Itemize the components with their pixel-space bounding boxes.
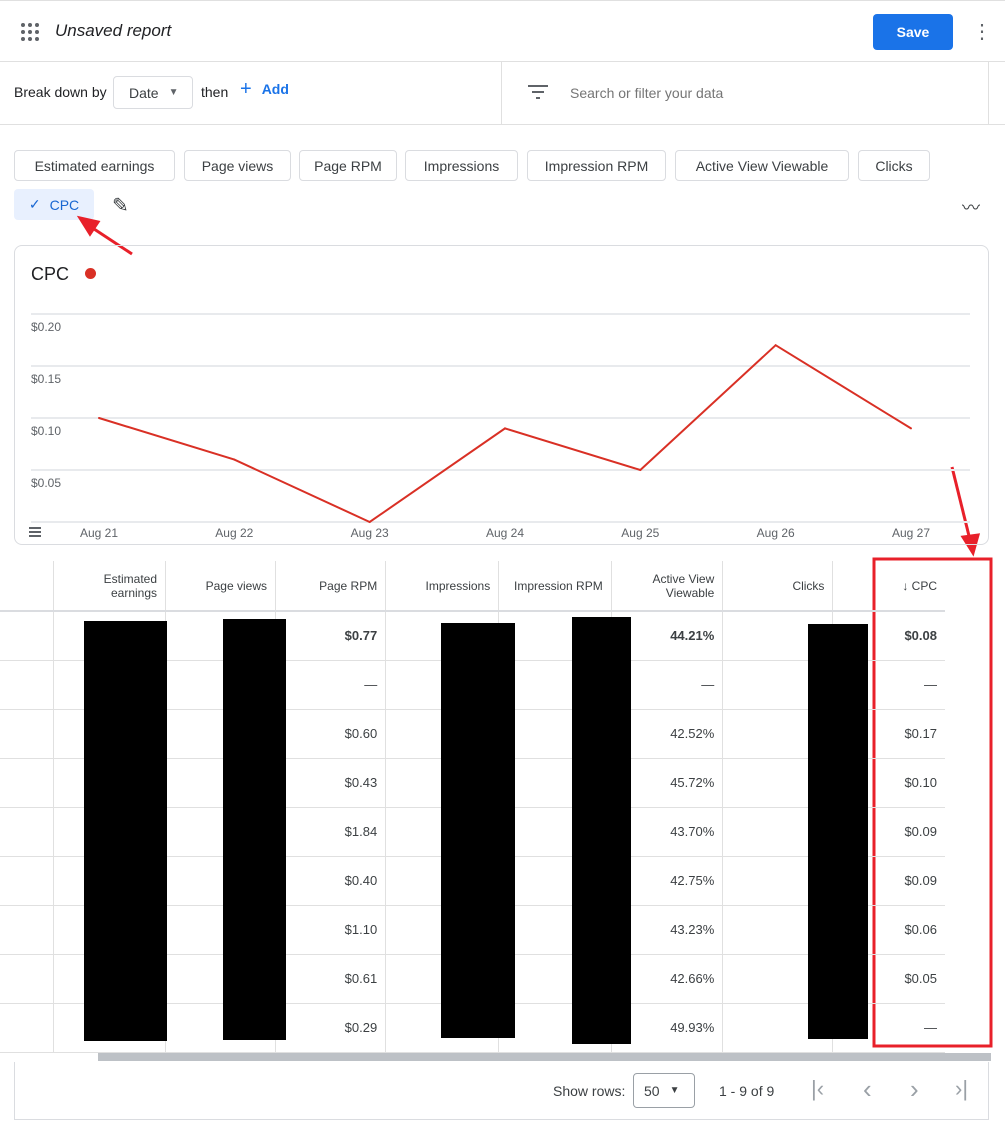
page-rpm-cell: $0.43 <box>275 758 387 808</box>
col-cpc-sorted[interactable]: ↓ CPC <box>832 561 945 612</box>
date-cell: 23, 2023 <box>0 1003 54 1053</box>
first-page-icon[interactable]: |‹ <box>811 1076 824 1102</box>
rows-value: 50 <box>644 1082 660 1099</box>
x-tick-label: Aug 22 <box>215 526 253 540</box>
col-impression-rpm[interactable]: Impression RPM <box>498 561 612 612</box>
y-tick-label: $0.10 <box>31 424 61 438</box>
table-footer: Show rows: 50 ▼ 1 - 9 of 9 |‹ ‹ › ›| <box>14 1062 989 1120</box>
redaction <box>441 623 515 1038</box>
redaction <box>223 619 286 1040</box>
date-cell: 2, 2023 <box>0 905 54 955</box>
table-header-row: Estimated earnings Page views Page RPM I… <box>0 561 945 612</box>
col-clicks[interactable]: Clicks <box>722 561 834 612</box>
page-rpm-cell: $1.10 <box>275 905 387 955</box>
col-page-views[interactable]: Page views <box>165 561 276 612</box>
last-page-icon[interactable]: ›| <box>955 1076 968 1102</box>
y-tick-label: $0.05 <box>31 476 61 490</box>
data-point <box>233 458 236 461</box>
page-rpm-cell: $0.77 <box>275 611 387 661</box>
date-cell: 7, 2023 <box>0 856 54 906</box>
col-date[interactable] <box>0 561 54 612</box>
data-point <box>368 521 371 523</box>
redaction <box>572 617 631 1044</box>
col-page-rpm[interactable]: Page RPM <box>275 561 387 612</box>
horizontal-scrollbar[interactable] <box>98 1053 991 1061</box>
x-tick-label: Aug 23 <box>351 526 389 540</box>
rows-per-page-select[interactable]: 50 ▼ <box>633 1073 695 1108</box>
chart-card: CPC $0.05 $0.10 $0.15 $0.20 Aug 21 Aug 22 Aug … <box>14 245 989 545</box>
x-tick-label: Aug 27 <box>892 526 930 540</box>
col-estimated-earnings[interactable]: Estimated earnings <box>53 561 167 612</box>
table-viewport: Estimated earnings Page views Page RPM I… <box>0 561 1005 1053</box>
x-tick-label: Aug 21 <box>80 526 118 540</box>
date-cell: 5, 2023 <box>0 709 54 759</box>
legend-toggle-icon[interactable] <box>29 527 41 537</box>
cpc-header-label: CPC <box>911 578 937 593</box>
col-active-view-viewable[interactable]: Active View Viewable <box>611 561 724 612</box>
cpc-series-line <box>98 343 912 524</box>
cpc-line-chart: $0.05 $0.10 $0.15 $0.20 Aug 21 Aug 22 Aug 23 Au… <box>31 313 970 540</box>
date-cell: 21, <box>0 758 54 808</box>
page-rpm-cell: $1.84 <box>275 807 387 857</box>
date-cell <box>0 660 54 710</box>
pagination-range: 1 - 9 of 9 <box>719 1083 775 1099</box>
data-point <box>774 344 777 347</box>
x-tick-label: Aug 26 <box>757 526 795 540</box>
show-rows-label: Show rows: <box>553 1083 626 1099</box>
page-rpm-cell: $0.60 <box>275 709 387 759</box>
data-point <box>639 469 642 471</box>
date-cell: 4, 2023 <box>0 807 54 857</box>
data-point <box>504 427 506 430</box>
next-page-icon[interactable]: › <box>910 1074 919 1105</box>
date-cell <box>0 611 54 661</box>
redaction <box>808 624 868 1039</box>
data-point <box>98 417 100 419</box>
page-rpm-cell: $0.61 <box>275 954 387 1004</box>
dropdown-arrow-icon: ▼ <box>669 1085 680 1096</box>
redaction <box>84 621 167 1041</box>
page-rpm-cell: $0.29 <box>275 1003 387 1053</box>
x-tick-label: Aug 24 <box>486 526 524 540</box>
y-tick-label: $0.15 <box>31 372 61 386</box>
sort-down-arrow-icon: ↓ <box>902 578 912 593</box>
prev-page-icon[interactable]: ‹ <box>863 1074 872 1105</box>
page-rpm-cell: $0.40 <box>275 856 387 906</box>
date-cell: , 2023 <box>0 954 54 1004</box>
x-tick-label: Aug 25 <box>621 526 659 540</box>
col-impressions[interactable]: Impressions <box>385 561 500 612</box>
data-point <box>910 427 912 430</box>
y-tick-label: $0.20 <box>31 320 61 334</box>
page-rpm-cell: — <box>275 660 387 710</box>
